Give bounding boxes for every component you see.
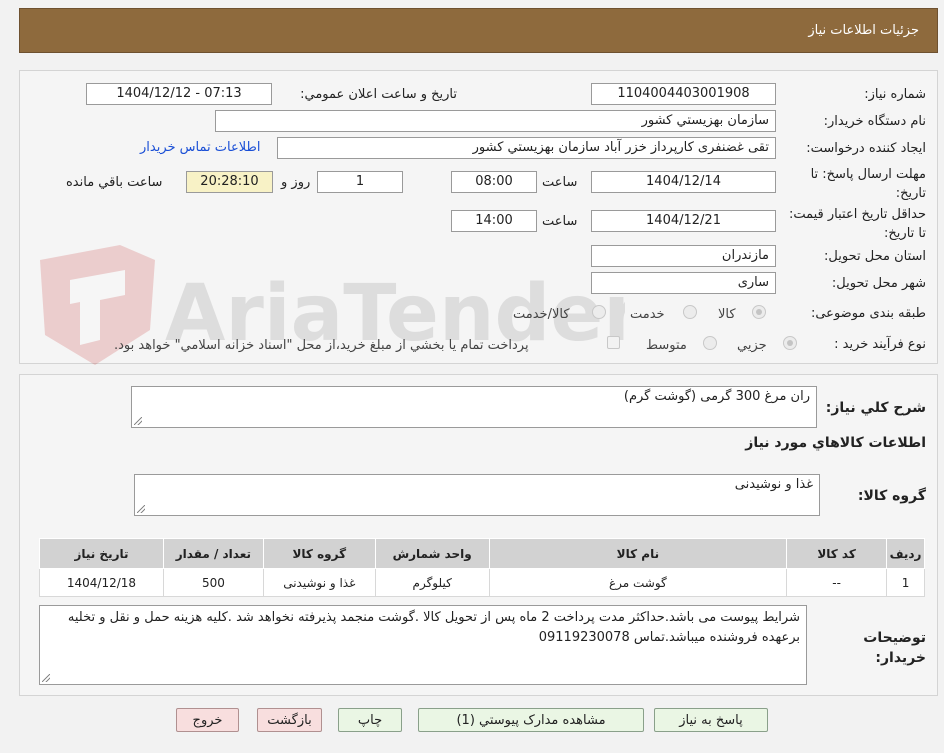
col-code: کد کالا — [786, 538, 888, 569]
days-and-label: روز و — [281, 175, 311, 190]
purchase-radio-minor[interactable] — [783, 336, 797, 350]
cell-row: 1 — [886, 568, 925, 597]
page-title: جزئیات اطلاعات نیاز — [808, 23, 919, 38]
announce-datetime-field: 1404/12/12 - 07:13 — [86, 83, 272, 105]
category-radio-goods-service[interactable] — [592, 305, 606, 319]
buyer-contact-link[interactable]: اطلاعات تماس خريدار — [140, 140, 260, 155]
cell-name: گوشت مرغ — [488, 568, 788, 597]
col-date: تاريخ نياز — [39, 538, 164, 569]
resize-grip-icon[interactable] — [134, 417, 142, 425]
cell-quantity: 500 — [162, 568, 264, 597]
goods-group-box: غذا و نوشیدنی — [134, 474, 820, 516]
category-label: طبقه بندی موضوعی: — [810, 306, 926, 321]
col-row: رديف — [886, 538, 925, 569]
reply-time-field: 08:00 — [451, 171, 537, 193]
reply-date-field: 1404/12/14 — [591, 171, 776, 193]
purchase-radio-medium[interactable] — [703, 336, 717, 350]
validity-time-label: ساعت — [542, 214, 578, 229]
cell-code: -- — [786, 568, 888, 597]
price-validity-label: حداقل تاريخ اعتبار قيمت: تا تاريخ: — [788, 207, 926, 241]
announce-datetime-label: تاریخ و ساعت اعلان عمومي: — [300, 87, 457, 102]
province-field: مازندران — [591, 245, 776, 267]
purchase-type-label: نوع فرآيند خريد : — [834, 337, 926, 352]
treasury-checkbox[interactable] — [607, 336, 620, 349]
buyer-notes-text: شرایط پیوست می باشد.حداکثر مدت پرداخت 2 … — [67, 610, 800, 645]
buyer-org-field: سازمان بهزيستي کشور — [215, 110, 776, 132]
need-number-label: شماره نیاز: — [864, 87, 926, 102]
buyer-notes-label: توضيحات خريدار: — [863, 630, 926, 666]
goods-group-label: گروه کالا: — [857, 488, 926, 504]
page-header: جزئیات اطلاعات نیاز — [19, 8, 938, 53]
back-button[interactable]: بازگشت — [257, 708, 322, 732]
requester-field: تقی غضنفری کارپرداز خزر آباد سازمان بهزي… — [277, 137, 776, 159]
buyer-org-label: نام دستگاه خريدار: — [823, 114, 926, 129]
cell-group: غذا و نوشیدنی — [262, 568, 376, 597]
city-field: ساری — [591, 272, 776, 294]
days-remaining-field: 1 — [317, 171, 403, 193]
reply-time-label: ساعت — [542, 175, 578, 190]
purchase-option-minor: جزيي — [737, 338, 767, 353]
goods-group-text: غذا و نوشیدنی — [734, 477, 813, 492]
category-option-goods: کالا — [718, 307, 736, 322]
resize-grip-icon[interactable] — [137, 505, 145, 513]
exit-button[interactable]: خروج — [176, 708, 239, 732]
province-label: استان محل تحويل: — [824, 249, 926, 264]
category-radio-goods[interactable] — [752, 305, 766, 319]
validity-time-field: 14:00 — [451, 210, 537, 232]
category-option-service: خدمت — [630, 307, 665, 322]
reply-button[interactable]: پاسخ به نياز — [654, 708, 768, 732]
need-number-field: 1104004403001908 — [591, 83, 776, 105]
items-table: رديف کد کالا نام کالا واحد شمارش گروه کا… — [39, 538, 925, 597]
view-attachments-button[interactable]: مشاهده مدارک پيوستي (1) — [418, 708, 644, 732]
general-desc-box: ران مرغ 300 گرمی (گوشت گرم) — [131, 386, 817, 428]
validity-date-field: 1404/12/21 — [591, 210, 776, 232]
general-desc-text: ران مرغ 300 گرمی (گوشت گرم) — [623, 389, 810, 404]
time-remaining-field: 20:28:10 — [186, 171, 273, 193]
cell-date: 1404/12/18 — [39, 568, 164, 597]
reply-deadline-label: مهلت ارسال پاسخ: تا تاریخ: — [810, 167, 926, 201]
cell-unit: کیلوگرم — [374, 568, 490, 597]
purchase-option-medium: متوسط — [646, 338, 687, 353]
city-label: شهر محل تحويل: — [831, 276, 926, 291]
category-option-goods-service: کالا/خدمت — [513, 307, 570, 322]
col-unit: واحد شمارش — [374, 538, 490, 569]
print-button[interactable]: چاپ — [338, 708, 402, 732]
buyer-notes-box: شرایط پیوست می باشد.حداکثر مدت پرداخت 2 … — [39, 605, 807, 685]
table-header-row: رديف کد کالا نام کالا واحد شمارش گروه کا… — [39, 538, 925, 569]
table-row: 1 -- گوشت مرغ کیلوگرم غذا و نوشیدنی 500 … — [39, 568, 925, 597]
col-quantity: تعداد / مقدار — [162, 538, 264, 569]
category-radio-service[interactable] — [683, 305, 697, 319]
treasury-note: پرداخت تمام يا بخشي از مبلغ خريد،از محل … — [114, 338, 529, 353]
col-group: گروه کالا — [262, 538, 376, 569]
time-remaining-label: ساعت باقي مانده — [66, 175, 163, 190]
col-name: نام کالا — [488, 538, 788, 569]
goods-info-title: اطلاعات کالاهاي مورد نياز — [745, 435, 926, 451]
requester-label: ايجاد کننده درخواست: — [806, 141, 926, 156]
resize-grip-icon[interactable] — [42, 674, 50, 682]
general-desc-label: شرح کلي نياز: — [825, 400, 926, 416]
